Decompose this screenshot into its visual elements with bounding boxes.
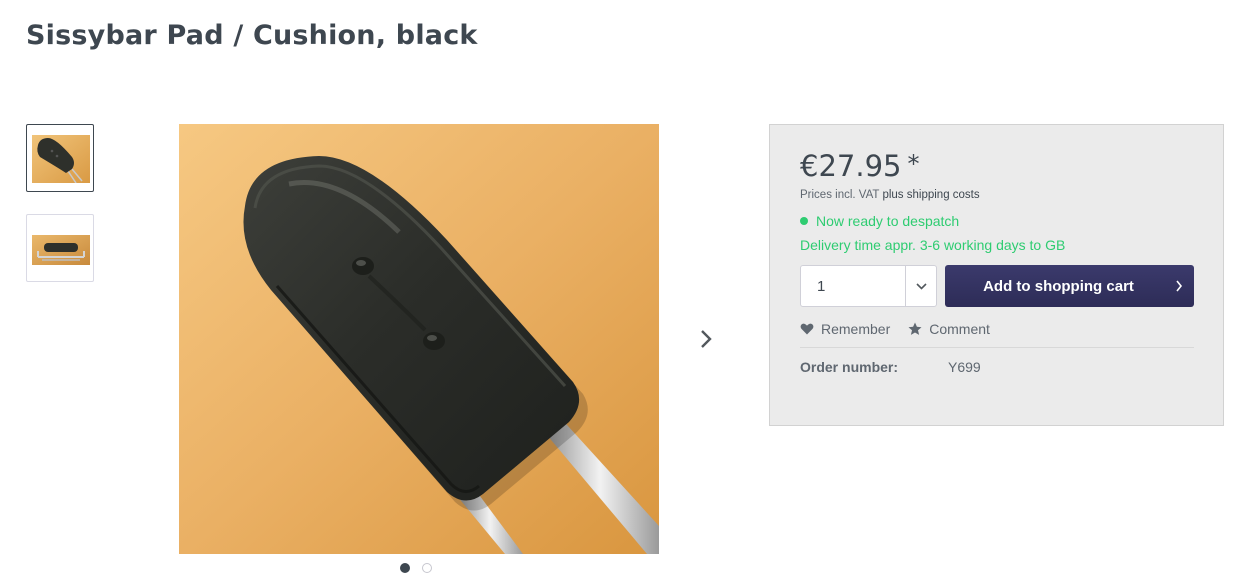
product-thumbnail-image <box>32 135 90 183</box>
page-title: Sissybar Pad / Cushion, black <box>26 20 478 51</box>
shipping-costs-link[interactable]: plus shipping costs <box>882 189 979 201</box>
availability-text: Now ready to despatch <box>816 213 960 229</box>
chevron-right-icon <box>1164 280 1194 292</box>
product-main-image <box>179 124 659 554</box>
status-dot-icon <box>800 217 808 225</box>
heart-icon <box>800 323 814 335</box>
quantity-select[interactable]: 1 <box>800 265 937 307</box>
product-thumbnail-image <box>32 235 90 265</box>
order-number-value: Y699 <box>948 359 981 375</box>
divider <box>800 347 1194 348</box>
price-value: €27.95 <box>800 149 902 183</box>
gallery-dots <box>400 563 432 573</box>
delivery-time: Delivery time appr. 3-6 working days to … <box>800 237 1066 253</box>
comment-link[interactable]: Comment <box>908 321 990 337</box>
vat-info: Prices incl. VAT plus shipping costs <box>800 189 980 201</box>
order-number-row: Order number: Y699 <box>800 359 981 375</box>
product-actions: Remember Comment <box>800 321 990 337</box>
remember-link[interactable]: Remember <box>800 321 890 337</box>
gallery-dot-1[interactable] <box>400 563 410 573</box>
gallery-next-button[interactable] <box>692 324 720 354</box>
star-icon <box>908 322 922 335</box>
comment-label: Comment <box>929 321 990 337</box>
chevron-right-icon <box>701 330 712 348</box>
chevron-down-icon <box>905 266 936 306</box>
availability-status: Now ready to despatch <box>800 213 959 229</box>
product-price: €27.95 * <box>800 149 919 183</box>
add-to-cart-label: Add to shopping cart <box>983 277 1134 295</box>
price-footnote-star: * <box>907 150 920 178</box>
thumbnail-1[interactable] <box>26 124 94 192</box>
vat-text: Prices incl. VAT <box>800 189 880 201</box>
quantity-value: 1 <box>817 277 826 295</box>
gallery-dot-2[interactable] <box>422 563 432 573</box>
thumbnail-2[interactable] <box>26 214 94 282</box>
add-to-cart-button[interactable]: Add to shopping cart <box>945 265 1194 307</box>
buy-box: €27.95 * Prices incl. VAT plus shipping c… <box>769 124 1224 426</box>
remember-label: Remember <box>821 321 891 337</box>
order-number-label: Order number: <box>800 359 899 375</box>
